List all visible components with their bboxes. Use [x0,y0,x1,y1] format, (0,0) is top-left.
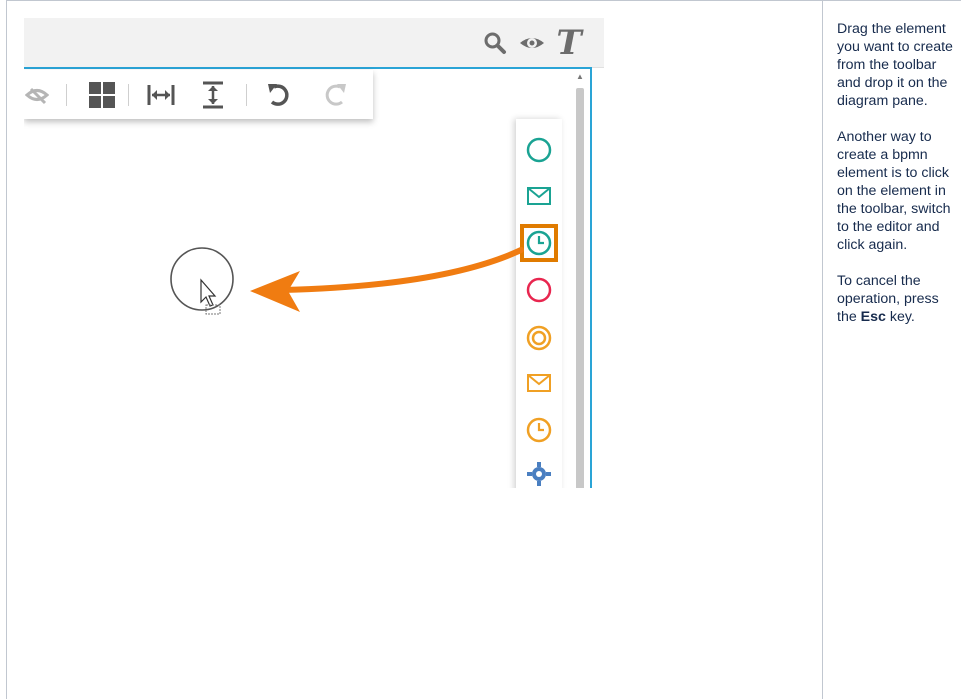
instruction-paragraph-click: Another way to create a bpmn element is … [837,129,951,253]
instructions-text: Drag the element you want to create from… [837,20,961,344]
message-start-event-icon[interactable] [524,181,554,211]
toolbar-separator [246,84,247,106]
redo-icon[interactable] [320,80,350,110]
intermediate-event-icon[interactable] [524,323,554,353]
toolbar-separator [128,84,129,106]
instructions-cell: Drag the element you want to create from… [822,0,961,699]
scroll-up-arrow-icon[interactable]: ▲ [575,72,585,82]
undo-icon[interactable] [264,80,294,110]
editor-top-bar: T [24,18,604,68]
esc-key-label: Esc [860,309,886,325]
cancel-text-end: key. [885,309,915,325]
task-gear-icon[interactable] [524,459,554,488]
start-event-icon[interactable] [524,135,554,165]
instruction-table: T ▲ Drag the element you want to create … [6,0,961,699]
eye-icon[interactable] [517,27,547,59]
instruction-paragraph-drag: Drag the element you want to create from… [837,21,953,109]
editor-screenshot: T ▲ [24,18,604,488]
text-icon[interactable]: T [554,23,584,63]
diagram-pane[interactable] [24,67,592,488]
instruction-paragraph-cancel: To cancel the operation, press the Esc k… [837,272,961,326]
intermediate-timer-event-icon[interactable] [524,415,554,445]
intermediate-message-event-icon[interactable] [524,368,554,398]
layout-grid-icon[interactable] [87,80,117,110]
vertical-scrollbar[interactable]: ▲ [572,70,588,488]
distribute-vertical-icon[interactable] [198,80,228,110]
end-event-icon[interactable] [524,275,554,305]
scroll-thumb[interactable] [576,88,584,488]
search-icon[interactable] [482,27,508,59]
distribute-horizontal-icon[interactable] [146,80,176,110]
diagram-toolbar [24,70,373,119]
timer-start-event-icon[interactable] [524,228,554,258]
toolbar-separator [66,84,67,106]
view-icon[interactable] [24,80,52,110]
bpmn-palette [516,119,562,488]
screenshot-cell: T ▲ [6,0,823,699]
